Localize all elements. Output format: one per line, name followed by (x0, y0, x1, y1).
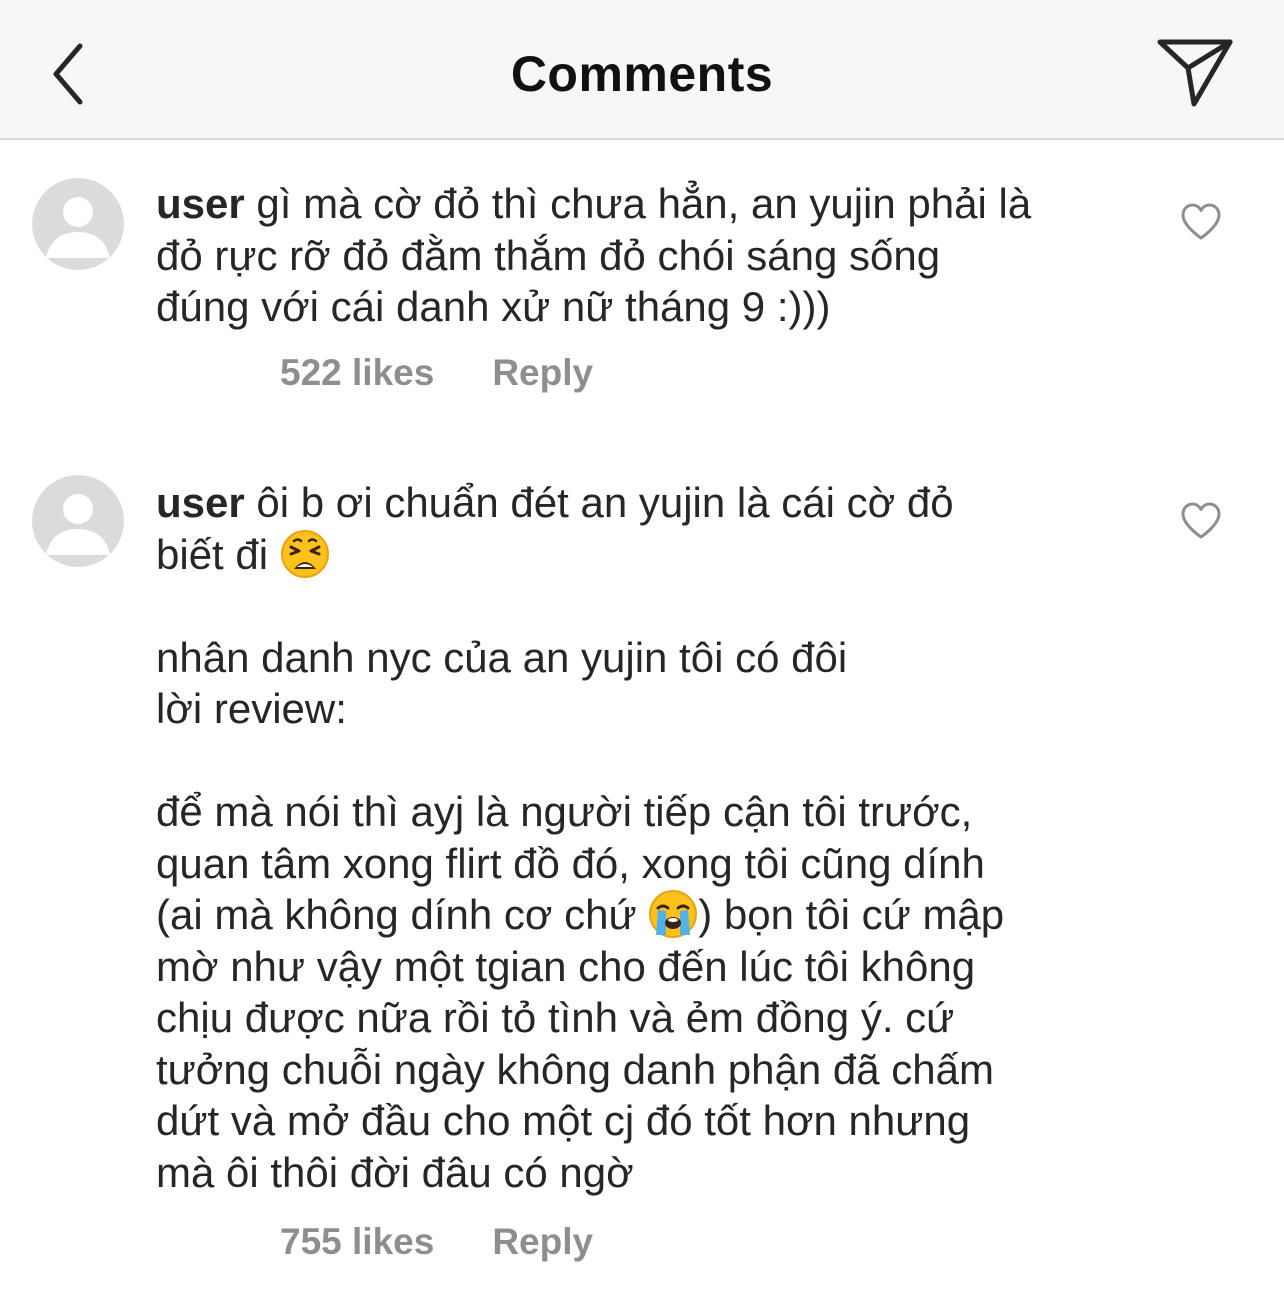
comment-body: user gì mà cờ đỏ thì chưa hẳn, an yujin … (156, 178, 1116, 333)
comment-username[interactable]: user (156, 479, 245, 526)
default-avatar-icon (32, 475, 124, 567)
comment-text-part: ôi b ơi chuẩn đét an yujin là cái cờ đỏ … (156, 479, 954, 578)
likes-count[interactable]: 522 likes (280, 352, 434, 393)
likes-count[interactable]: 755 likes (280, 1221, 434, 1262)
like-button[interactable] (1180, 202, 1222, 242)
page-title: Comments (510, 46, 774, 102)
reply-button[interactable]: Reply (492, 352, 593, 393)
reply-button[interactable]: Reply (492, 1221, 593, 1262)
weary-face-emoji (280, 529, 329, 578)
comment-meta: 755 likes Reply (280, 1221, 593, 1263)
comment-text: gì mà cờ đỏ thì chưa hẳn, an yujin phải … (156, 180, 1032, 330)
avatar[interactable] (32, 475, 124, 567)
paper-plane-icon (1157, 39, 1233, 107)
loudly-crying-face-emoji (649, 890, 698, 938)
heart-icon (1181, 203, 1221, 240)
avatar[interactable] (32, 178, 124, 270)
like-button[interactable] (1180, 501, 1222, 541)
header-bar: Comments (0, 0, 1284, 140)
default-avatar-icon (32, 178, 124, 270)
share-button[interactable] (1150, 34, 1238, 114)
comment-body: user ôi b ơi chuẩn đét an yujin là cái c… (156, 477, 1116, 1198)
comment-username[interactable]: user (156, 180, 245, 227)
heart-icon (1181, 502, 1221, 539)
comment-meta: 522 likes Reply (280, 352, 593, 394)
